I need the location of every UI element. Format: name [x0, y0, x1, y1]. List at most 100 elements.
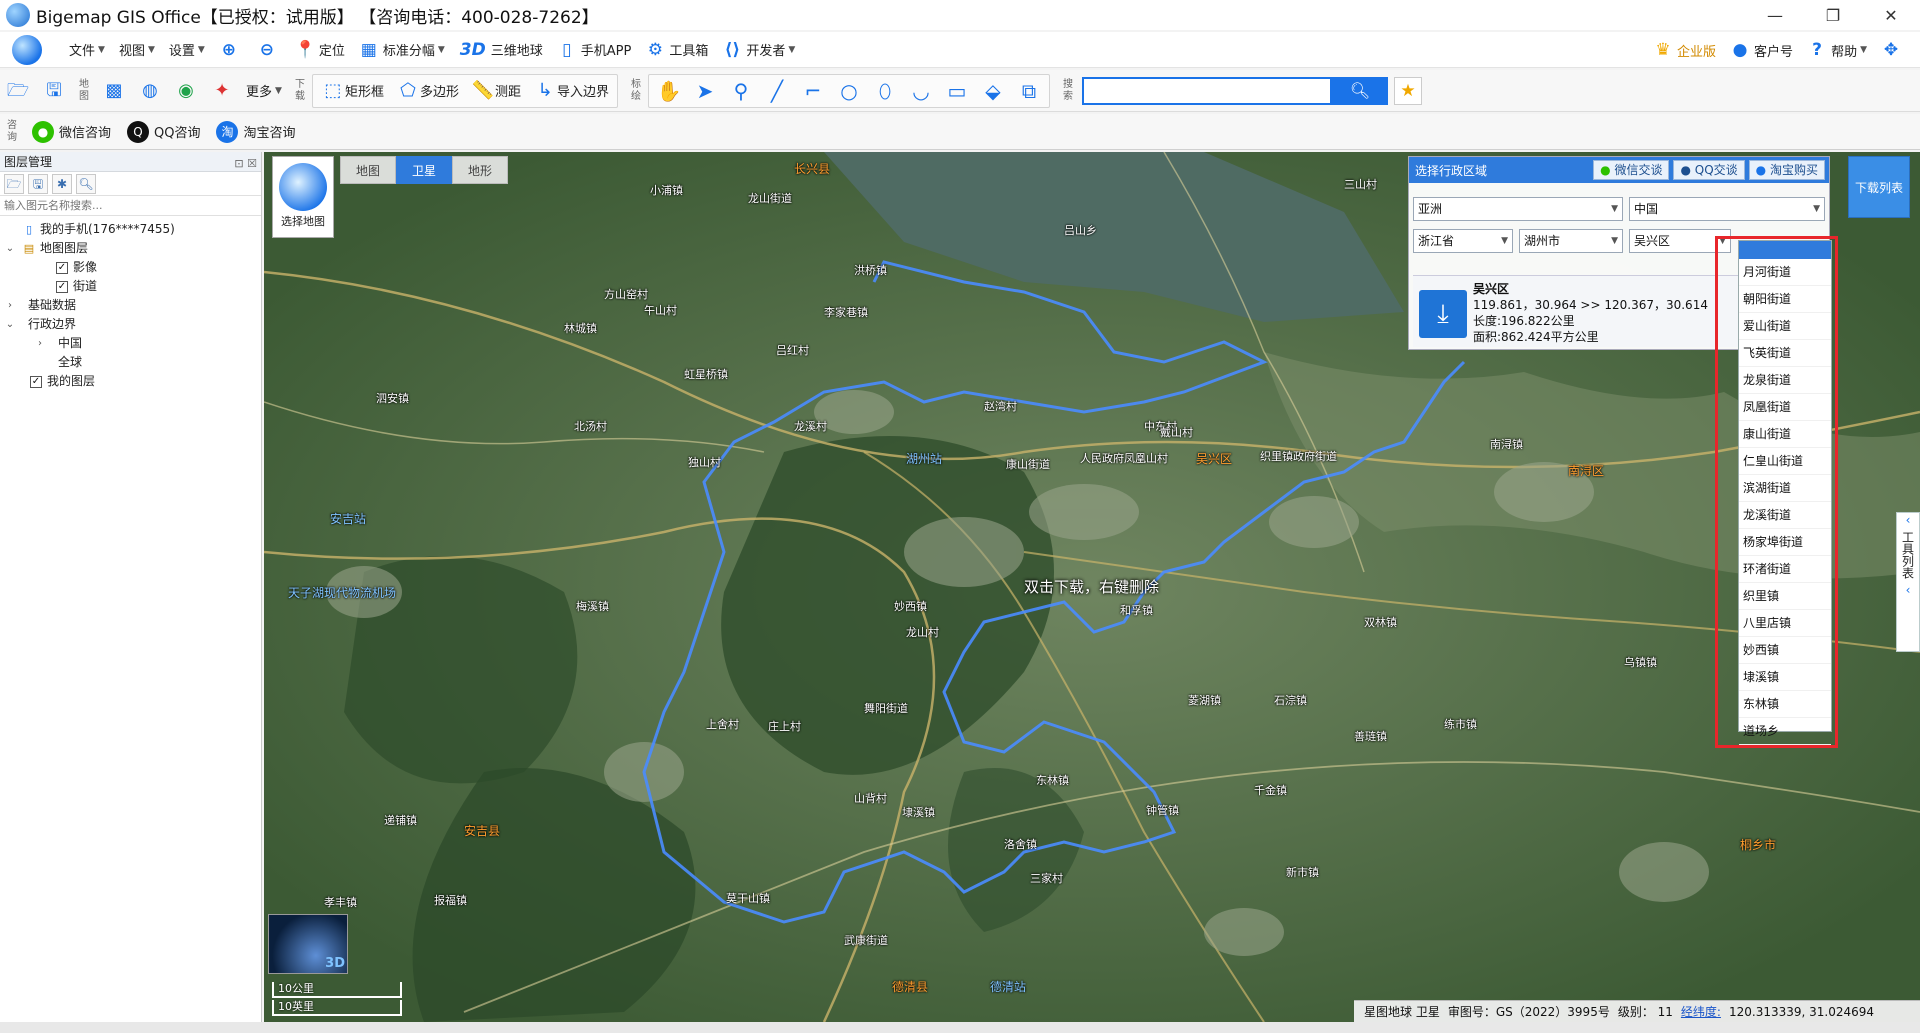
- enterprise-button[interactable]: ♛ 企业版: [1646, 36, 1723, 64]
- freeform-icon[interactable]: ⬯: [867, 75, 903, 107]
- more-maps-button[interactable]: 更多 ▼: [240, 75, 288, 107]
- map-selector[interactable]: 选择地图: [272, 156, 334, 238]
- zoom-in-icon: ⊕: [221, 39, 236, 60]
- favorites-button[interactable]: ★: [1394, 76, 1422, 105]
- 3d-earth-button[interactable]: 3D 三维地球: [452, 36, 550, 64]
- scale-bar: 10公里 10英里: [272, 982, 402, 1018]
- layer-settings-icon[interactable]: ✱: [52, 173, 72, 194]
- zoom-out-button[interactable]: ⊖: [250, 36, 288, 64]
- wechat-consult-button[interactable]: ● 微信咨询: [24, 117, 119, 147]
- minimize-button[interactable]: —: [1746, 0, 1804, 30]
- my-layers-checkbox[interactable]: ✓: [30, 375, 42, 388]
- map-label: 德清站: [990, 980, 1027, 994]
- streets-checkbox[interactable]: ✓: [56, 280, 68, 293]
- search-input[interactable]: [1082, 76, 1332, 105]
- pin-panel-icon[interactable]: ⊡: [234, 157, 243, 170]
- pointer-icon[interactable]: ➤: [687, 75, 723, 107]
- map-label: 小浦镇: [650, 184, 683, 197]
- menu-settings[interactable]: 设置 ▼: [162, 36, 212, 64]
- toolbox-button[interactable]: ⚙ 工具箱: [638, 36, 715, 64]
- tree-item-map-layers[interactable]: ⌄ ▤ 地图图层: [0, 239, 261, 258]
- country-select[interactable]: 中国 ▼: [1629, 197, 1825, 221]
- map-source-4[interactable]: ✦: [204, 75, 240, 107]
- minimap-3d[interactable]: 3D: [268, 914, 348, 974]
- continent-select[interactable]: 亚洲 ▼: [1413, 197, 1623, 221]
- rect-select-button[interactable]: ⬚ 矩形框: [315, 75, 390, 107]
- tree-item-china[interactable]: › 中国: [0, 334, 261, 353]
- search-icon: 🔍︎: [1349, 81, 1371, 100]
- marker-icon[interactable]: ⚲: [723, 75, 759, 107]
- region-area: 面积:862.424平方公里: [1473, 330, 1599, 344]
- tab-terrain[interactable]: 地形: [452, 156, 508, 184]
- customer-id-button[interactable]: ● 客户号: [1723, 36, 1800, 64]
- map-label: 菱湖镇: [1188, 694, 1221, 707]
- qq-chat-button[interactable]: ● QQ交谈: [1673, 160, 1745, 180]
- imagery-checkbox[interactable]: ✓: [56, 261, 68, 274]
- tab-satellite[interactable]: 卫星: [396, 156, 452, 184]
- expand-icon[interactable]: ›: [34, 334, 46, 353]
- taobao-buy-button[interactable]: ● 淘宝购买: [1748, 160, 1825, 180]
- maximize-button[interactable]: ❐: [1804, 0, 1862, 30]
- search-button[interactable]: 🔍︎: [1332, 76, 1388, 105]
- menu-view[interactable]: 视图 ▼: [112, 36, 162, 64]
- map-source-1[interactable]: ▩: [96, 75, 132, 107]
- province-select[interactable]: 浙江省 ▼: [1413, 229, 1513, 253]
- standard-grid-button[interactable]: ▦ 标准分幅 ▼: [352, 36, 452, 64]
- tree-item-my-phone[interactable]: ▯ 我的手机(176****7455): [0, 220, 261, 239]
- tree-item-admin-boundary[interactable]: ⌄ 行政边界: [0, 315, 261, 334]
- curve-icon[interactable]: ◡: [903, 75, 939, 107]
- circle-icon[interactable]: ○: [831, 75, 867, 107]
- map-label: 龙山村: [906, 626, 939, 639]
- tree-item-global[interactable]: 全球: [0, 353, 261, 372]
- developer-button[interactable]: ⟨⟩ 开发者 ▼: [715, 36, 802, 64]
- tree-item-base-data[interactable]: › 基础数据: [0, 296, 261, 315]
- polyline-icon[interactable]: ⌐: [795, 75, 831, 107]
- wechat-chat-button[interactable]: ● 微信交谈: [1593, 160, 1670, 180]
- screenshot-icon[interactable]: ⧉: [1011, 75, 1047, 107]
- collapse-icon[interactable]: ⌄: [4, 315, 16, 334]
- import-boundary-button[interactable]: ↳ 导入边界: [527, 75, 615, 107]
- close-panel-icon[interactable]: ☒: [247, 157, 257, 170]
- move-icon[interactable]: ✥: [1874, 36, 1912, 64]
- taobao-consult-button[interactable]: 淘淘宝咨询: [208, 117, 303, 147]
- city-select[interactable]: 湖州市 ▼: [1519, 229, 1623, 253]
- layer-search-icon[interactable]: 🔍︎: [76, 173, 96, 194]
- help-button[interactable]: ? 帮助 ▼: [1800, 36, 1874, 64]
- star-icon: ★: [1400, 80, 1416, 101]
- coordinate-label[interactable]: 经纬度:: [1681, 1003, 1721, 1020]
- tree-item-imagery[interactable]: ✓ 影像: [0, 258, 261, 277]
- tree-item-streets[interactable]: ✓ 街道: [0, 277, 261, 296]
- mobile-app-button[interactable]: ▯ 手机APP: [550, 36, 639, 64]
- expand-icon[interactable]: ›: [4, 296, 16, 315]
- open-button[interactable]: 🗁: [0, 75, 36, 107]
- tag-icon[interactable]: ⬙: [975, 75, 1011, 107]
- tool-list-tab[interactable]: ‹ 工具列表 ‹: [1896, 512, 1920, 652]
- hand-pan-icon[interactable]: ✋: [651, 75, 687, 107]
- download-list-button[interactable]: 下载列表: [1848, 156, 1910, 218]
- collapse-icon[interactable]: ⌄: [4, 239, 16, 258]
- save-button[interactable]: 🖫: [36, 75, 72, 107]
- download-region-icon[interactable]: ⤓: [1419, 290, 1467, 338]
- locate-button[interactable]: 📍 定位: [288, 36, 352, 64]
- map-source-2[interactable]: ◍: [132, 75, 168, 107]
- map-source-3[interactable]: ◉: [168, 75, 204, 107]
- globe-logo-icon[interactable]: [12, 34, 42, 65]
- open-layer-icon[interactable]: 🗁: [4, 173, 24, 194]
- save-layer-icon[interactable]: 🖫: [28, 173, 48, 194]
- zoom-in-button[interactable]: ⊕: [212, 36, 250, 64]
- map-label: 林城镇: [564, 322, 597, 335]
- download-tools: ⬚ 矩形框 ⬠ 多边形 📏 测距 ↳ 导入边界: [311, 73, 618, 108]
- map-label: 递铺镇: [384, 814, 417, 827]
- tree-item-my-layers[interactable]: ✓ 我的图层: [0, 372, 261, 391]
- qq-consult-button[interactable]: Q QQ咨询: [119, 117, 208, 147]
- polygon-select-button[interactable]: ⬠ 多边形: [390, 75, 465, 107]
- menu-file[interactable]: 文件 ▼: [62, 36, 112, 64]
- map-canvas[interactable]: 长兴县 吴兴区 南浔区 安吉县 德清县 桐乡市 湖州站 安吉站 德清站 天子湖现…: [264, 152, 1920, 1022]
- tab-map[interactable]: 地图: [340, 156, 396, 184]
- close-button[interactable]: ✕: [1862, 0, 1920, 30]
- measure-button[interactable]: 📏 测距: [465, 75, 527, 107]
- polygon-icon: ⬠: [400, 79, 416, 101]
- square-icon[interactable]: ▭: [939, 75, 975, 107]
- layer-search-input[interactable]: [0, 196, 261, 216]
- line-icon[interactable]: ╱: [759, 75, 795, 107]
